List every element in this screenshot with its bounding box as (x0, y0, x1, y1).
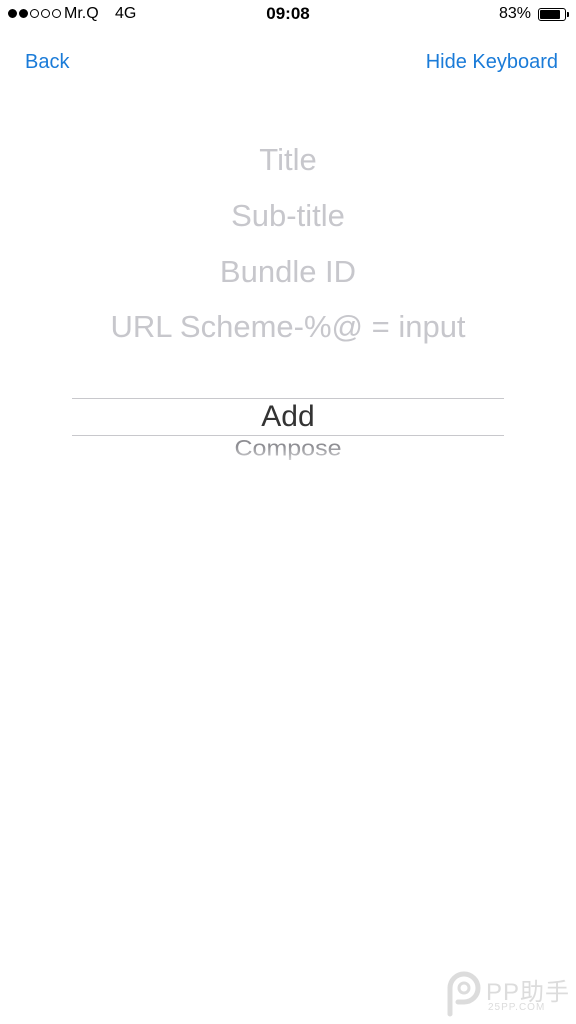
picker-selected-item[interactable]: Add (72, 399, 504, 435)
bundle-id-input[interactable] (60, 250, 516, 294)
subtitle-input[interactable] (60, 194, 516, 238)
pp-watermark: PP助手 25PP.COM (444, 970, 570, 1020)
url-scheme-input[interactable] (40, 305, 536, 349)
battery-level-fill (540, 10, 560, 19)
pp-logo-icon (447, 971, 481, 1017)
action-picker[interactable]: Add Compose (72, 380, 504, 480)
picker-item-next[interactable]: Compose (72, 436, 504, 461)
battery-icon (538, 8, 569, 21)
hide-keyboard-button[interactable]: Hide Keyboard (426, 51, 558, 74)
back-button[interactable]: Back (25, 51, 69, 74)
status-time: 09:08 (266, 4, 310, 23)
status-bar: Mr.Q 4G 09:08 83% (0, 0, 576, 30)
battery-percent: 83% (498, 5, 531, 22)
watermark-subtext: 25PP.COM (488, 1002, 546, 1013)
title-input[interactable] (60, 138, 516, 182)
